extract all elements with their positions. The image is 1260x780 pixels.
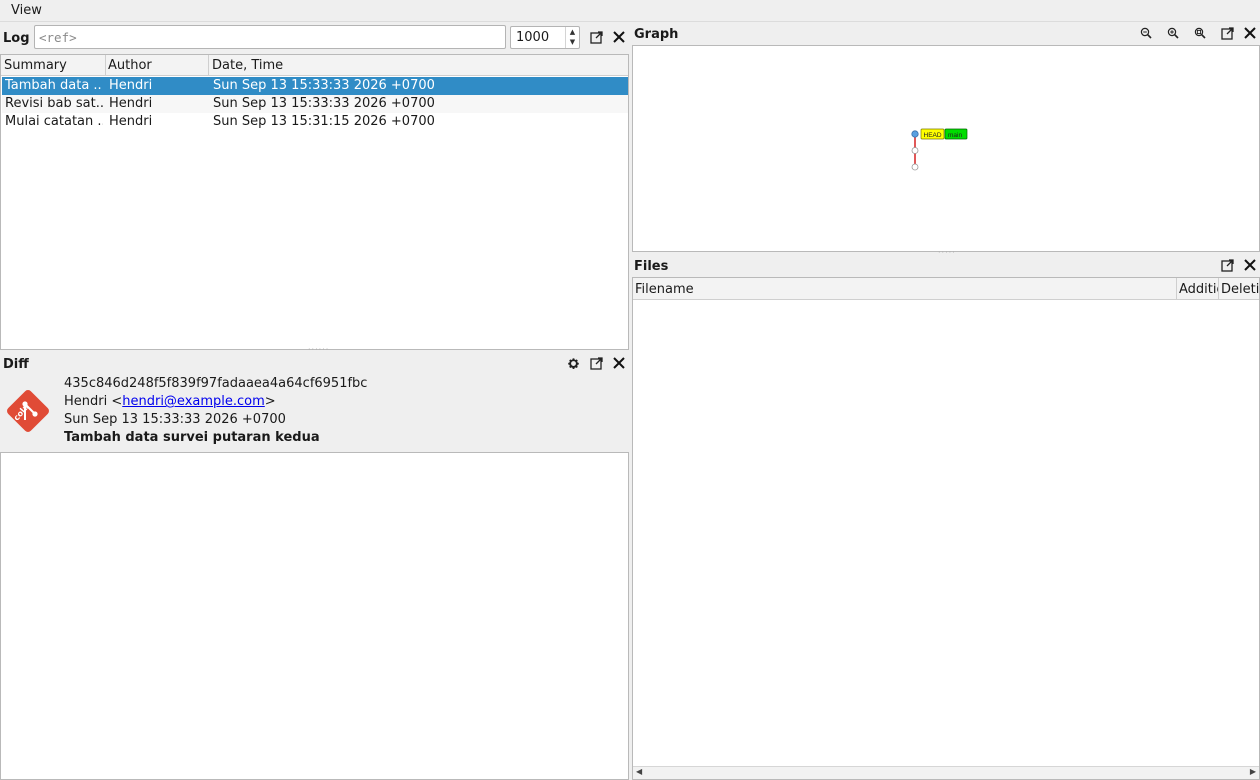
menu-view[interactable]: View bbox=[11, 3, 42, 18]
branch-label: main bbox=[948, 132, 962, 139]
undock-icon bbox=[589, 30, 603, 44]
commit-subject: Tambah data survei putaran kedua bbox=[64, 430, 320, 445]
commit-author: Hendri <hendri@example.com> bbox=[64, 394, 276, 409]
files-undock-button[interactable] bbox=[1218, 256, 1236, 274]
author-email-link[interactable]: hendri@example.com bbox=[122, 394, 265, 409]
limit-value: 1000 bbox=[516, 30, 550, 45]
diff-options-button[interactable] bbox=[564, 354, 582, 372]
diff-undock-button[interactable] bbox=[587, 354, 605, 372]
graph-close-button[interactable] bbox=[1241, 24, 1259, 42]
commit-node bbox=[911, 147, 919, 154]
close-icon bbox=[1244, 259, 1256, 271]
graph-canvas[interactable]: HEAD main bbox=[632, 45, 1260, 252]
scroll-left-icon[interactable]: ◀ bbox=[636, 767, 642, 776]
log-close-button[interactable] bbox=[610, 28, 628, 46]
close-icon bbox=[613, 357, 625, 369]
zoom-out-button[interactable] bbox=[1137, 24, 1155, 42]
col-author[interactable]: Author bbox=[108, 58, 152, 73]
graph-undock-button[interactable] bbox=[1218, 24, 1236, 42]
undock-icon bbox=[1220, 258, 1234, 272]
head-label: HEAD bbox=[924, 132, 942, 139]
spin-up-icon[interactable]: ▲ bbox=[566, 27, 579, 37]
diff-text-area[interactable] bbox=[0, 452, 629, 780]
col-summary[interactable]: Summary bbox=[4, 58, 67, 73]
col-date[interactable]: Date, Time bbox=[212, 58, 283, 73]
files-table-header: Filename Additio Deletio bbox=[633, 278, 1259, 300]
diff-title: Diff bbox=[3, 357, 29, 372]
col-filename[interactable]: Filename bbox=[635, 282, 694, 297]
zoom-fit-icon bbox=[1194, 27, 1206, 39]
col-deletions[interactable]: Deletio bbox=[1221, 282, 1259, 297]
files-title: Files bbox=[634, 259, 669, 274]
table-row[interactable]: Mulai catatan ... Hendri Sun Sep 13 15:3… bbox=[2, 113, 628, 131]
commit-node bbox=[911, 163, 919, 171]
undock-icon bbox=[589, 356, 603, 370]
table-row[interactable]: Revisi bab sat... Hendri Sun Sep 13 15:3… bbox=[2, 95, 628, 113]
gear-icon bbox=[567, 357, 579, 369]
log-table: Summary Author Date, Time Tambah data ..… bbox=[0, 54, 629, 350]
zoom-fit-button[interactable] bbox=[1191, 24, 1209, 42]
log-table-header: Summary Author Date, Time bbox=[1, 55, 628, 76]
commit-node bbox=[911, 130, 919, 138]
close-icon bbox=[613, 31, 625, 43]
diff-close-button[interactable] bbox=[610, 354, 628, 372]
files-horizontal-scrollbar[interactable]: ◀ ▶ bbox=[633, 766, 1259, 779]
close-icon bbox=[1244, 27, 1256, 39]
log-title: Log bbox=[3, 31, 30, 46]
files-close-button[interactable] bbox=[1241, 256, 1259, 274]
graph-title: Graph bbox=[634, 27, 679, 42]
ref-input[interactable] bbox=[34, 25, 506, 49]
graph-files-splitter[interactable]: ····· bbox=[938, 248, 956, 257]
diff-header: Diff cola 435c846d248f5f839f97fadaaea4a6… bbox=[0, 353, 629, 451]
zoom-out-icon bbox=[1140, 27, 1152, 39]
spin-down-icon[interactable]: ▼ bbox=[566, 37, 579, 47]
zoom-in-button[interactable] bbox=[1164, 24, 1182, 42]
commit-sha: 435c846d248f5f839f97fadaaea4a64cf6951fbc bbox=[64, 376, 368, 391]
menu-bar: View bbox=[0, 0, 1260, 22]
zoom-in-icon bbox=[1167, 27, 1179, 39]
col-additions[interactable]: Additio bbox=[1179, 282, 1219, 297]
scroll-right-icon[interactable]: ▶ bbox=[1250, 767, 1256, 776]
table-row[interactable]: Tambah data ... Hendri Sun Sep 13 15:33:… bbox=[2, 77, 628, 95]
limit-spinbox[interactable]: 1000 ▲ ▼ bbox=[510, 26, 580, 49]
undock-icon bbox=[1220, 26, 1234, 40]
git-cola-logo-icon: cola bbox=[4, 387, 52, 435]
commit-date: Sun Sep 13 15:33:33 2026 +0700 bbox=[64, 412, 286, 427]
log-undock-button[interactable] bbox=[587, 28, 605, 46]
files-table: Filename Additio Deletio ◀ ▶ bbox=[632, 277, 1260, 780]
commit-graph: HEAD main bbox=[911, 128, 968, 171]
